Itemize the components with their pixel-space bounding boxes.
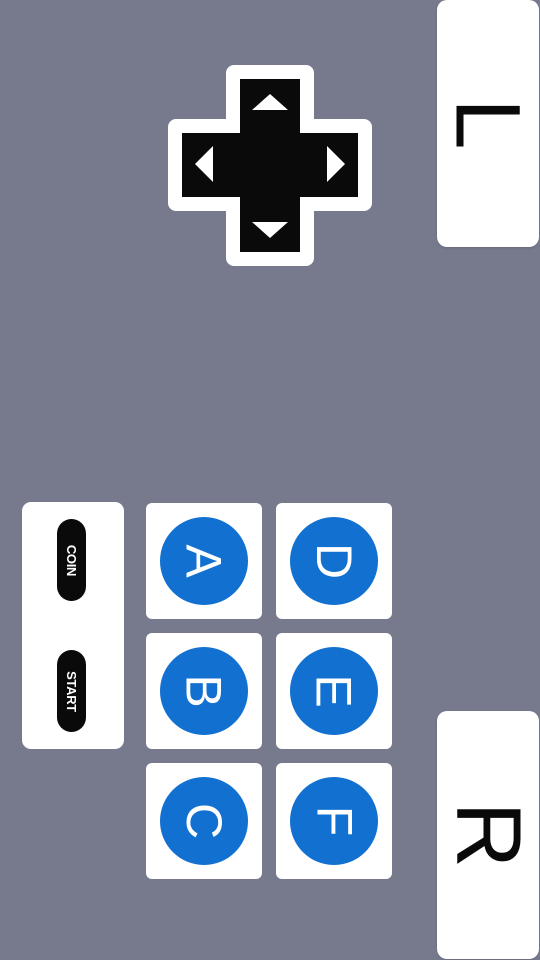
system-buttons-panel: COIN START xyxy=(22,502,124,749)
f-button[interactable]: F xyxy=(290,777,378,865)
coin-button[interactable]: COIN xyxy=(57,519,86,601)
a-button[interactable]: A xyxy=(160,517,248,605)
b-button-tile: B xyxy=(146,633,262,749)
b-button-label: B xyxy=(175,674,232,708)
a-button-label: A xyxy=(175,544,232,578)
l-shoulder-label: L xyxy=(436,97,539,150)
game-controller: L R COIN START A B C D E F xyxy=(0,0,540,960)
dpad-graphic xyxy=(168,65,372,266)
coin-label: COIN xyxy=(64,544,79,576)
e-button-tile: E xyxy=(276,633,392,749)
c-button-label: C xyxy=(175,802,232,840)
d-button[interactable]: D xyxy=(290,517,378,605)
e-button[interactable]: E xyxy=(290,647,378,735)
d-button-tile: D xyxy=(276,503,392,619)
r-shoulder-label: R xyxy=(436,801,539,869)
r-shoulder-button[interactable]: R xyxy=(437,711,539,959)
f-button-tile: F xyxy=(276,763,392,879)
c-button[interactable]: C xyxy=(160,777,248,865)
dpad xyxy=(168,65,372,266)
c-button-tile: C xyxy=(146,763,262,879)
start-button[interactable]: START xyxy=(57,650,86,732)
l-shoulder-button[interactable]: L xyxy=(437,0,539,247)
d-button-label: D xyxy=(305,542,362,580)
b-button[interactable]: B xyxy=(160,647,248,735)
a-button-tile: A xyxy=(146,503,262,619)
e-button-label: E xyxy=(305,674,362,708)
f-button-label: F xyxy=(305,805,362,837)
start-label: START xyxy=(64,670,79,712)
